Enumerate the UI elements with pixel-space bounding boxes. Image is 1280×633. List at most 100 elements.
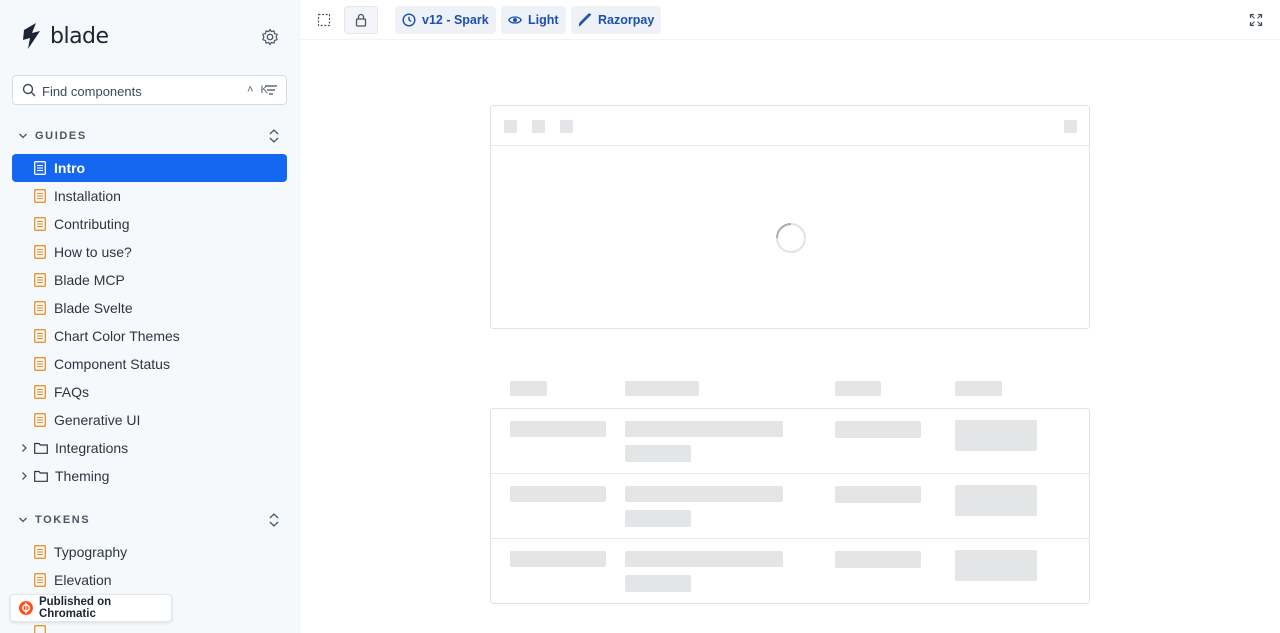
expand-collapse-icon[interactable] <box>268 512 280 528</box>
clock-icon <box>402 13 416 27</box>
table-row <box>491 409 1089 474</box>
gear-icon[interactable] <box>261 28 279 46</box>
chromatic-logo-icon <box>19 601 33 615</box>
loading-card-header <box>491 106 1089 146</box>
filter-icon[interactable] <box>264 84 278 96</box>
brand-picker[interactable]: Razorpay <box>571 6 662 34</box>
theme-label: Light <box>528 13 559 27</box>
sidebar-item-label: Component Status <box>54 356 170 372</box>
brush-icon <box>578 13 592 27</box>
skeleton-cell <box>625 551 783 567</box>
sidebar-item-component-status[interactable]: Component Status <box>12 350 287 378</box>
document-icon <box>34 189 46 203</box>
skeleton-header-cell <box>835 381 881 396</box>
brand-label: Razorpay <box>598 13 655 27</box>
sidebar-item-blade-mcp[interactable]: Blade MCP <box>12 266 287 294</box>
sidebar-item-label: Blade Svelte <box>54 300 133 316</box>
section-label: TOKENS <box>35 514 91 526</box>
document-icon <box>34 161 46 175</box>
sidebar-item-chart-color-themes[interactable]: Chart Color Themes <box>12 322 287 350</box>
sidebar-item-blade-svelte[interactable]: Blade Svelte <box>12 294 287 322</box>
skeleton-header-cell <box>625 381 699 396</box>
search-box: ˄ K <box>12 75 287 105</box>
skeleton-cell <box>955 420 1037 451</box>
version-picker[interactable]: v12 - Spark <box>395 6 496 34</box>
table-row <box>491 539 1089 604</box>
skeleton-header-cell <box>510 381 547 396</box>
sidebar-item-label: Installation <box>54 188 121 204</box>
loading-card <box>490 105 1090 329</box>
sidebar-item-label: Generative UI <box>54 412 141 428</box>
fullscreen-button[interactable] <box>1242 6 1270 34</box>
document-icon <box>34 413 46 427</box>
document-icon <box>34 245 46 259</box>
document-icon <box>34 273 46 287</box>
skeleton-cell <box>625 445 691 462</box>
lock-button[interactable] <box>344 6 378 34</box>
skeleton-table <box>490 408 1090 604</box>
sidebar-item-how-to-use[interactable]: How to use? <box>12 238 287 266</box>
blade-logo-icon <box>23 23 40 49</box>
skeleton-block <box>532 120 545 133</box>
sidebar-item-intro[interactable]: Intro <box>12 154 287 182</box>
document-icon <box>34 217 46 231</box>
sidebar-item-installation[interactable]: Installation <box>12 182 287 210</box>
skeleton-cell <box>625 421 783 437</box>
skeleton-cell <box>835 421 921 438</box>
section-label: GUIDES <box>35 130 87 142</box>
skeleton-block <box>560 120 573 133</box>
version-label: v12 - Spark <box>422 13 489 27</box>
sidebar-item-label: Integrations <box>55 440 129 456</box>
brand-name: blade <box>50 23 109 49</box>
sidebar-item-label: Elevation <box>54 572 112 588</box>
skeleton-cell <box>955 550 1037 581</box>
skeleton-cell <box>835 486 921 503</box>
chevron-right-icon <box>22 472 27 480</box>
eye-icon <box>508 16 522 24</box>
chevron-down-icon <box>19 517 27 523</box>
document-icon <box>34 625 46 633</box>
toolbar: v12 - Spark Light Razorpay <box>300 0 1280 40</box>
sidebar-item-label: Theming <box>55 468 110 484</box>
folder-icon <box>34 470 48 482</box>
sidebar-item-label: Typography <box>54 544 128 560</box>
fullscreen-icon <box>1249 13 1263 27</box>
published-on-chromatic-badge[interactable]: Published on Chromatic <box>10 594 172 622</box>
sidebar-item-faqs[interactable]: FAQs <box>12 378 287 406</box>
sidebar-item-label: Intro <box>54 160 86 176</box>
sidebar: blade ˄ K GUIDES Intro Installation Cont… <box>0 0 300 633</box>
chevron-down-icon <box>19 133 27 139</box>
lock-icon <box>355 13 367 27</box>
document-icon <box>34 573 46 587</box>
sidebar-item-elevation[interactable]: Elevation <box>12 566 287 594</box>
section-tokens[interactable]: TOKENS <box>18 511 284 529</box>
section-guides[interactable]: GUIDES <box>18 127 284 145</box>
document-icon <box>34 329 46 343</box>
search-icon <box>22 83 36 97</box>
skeleton-cell <box>510 421 606 437</box>
skeleton-cell <box>955 485 1037 516</box>
skeleton-cell <box>625 575 691 592</box>
sidebar-folder-theming[interactable]: Theming <box>12 462 287 490</box>
skeleton-cell <box>510 551 606 567</box>
skeleton-cell <box>835 551 921 568</box>
document-icon <box>34 357 46 371</box>
skeleton-block <box>1064 120 1077 133</box>
brand-logo[interactable]: blade <box>20 22 109 50</box>
document-icon <box>34 545 46 559</box>
sidebar-item-typography[interactable]: Typography <box>12 538 287 566</box>
sidebar-item-label: Chart Color Themes <box>54 328 180 344</box>
sidebar-item-contributing[interactable]: Contributing <box>12 210 287 238</box>
sidebar-item-label: How to use? <box>54 244 132 260</box>
outline-toggle-button[interactable] <box>310 6 338 34</box>
theme-picker[interactable]: Light <box>501 6 566 34</box>
dashed-square-icon <box>317 13 331 27</box>
document-icon <box>34 301 46 315</box>
chromatic-label: Published on Chromatic <box>38 596 112 620</box>
skeleton-block <box>504 120 517 133</box>
chevron-right-icon <box>22 444 27 452</box>
search-input[interactable] <box>42 82 222 100</box>
sidebar-item-generative-ui[interactable]: Generative UI <box>12 406 287 434</box>
expand-collapse-icon[interactable] <box>268 128 280 144</box>
sidebar-folder-integrations[interactable]: Integrations <box>12 434 287 462</box>
